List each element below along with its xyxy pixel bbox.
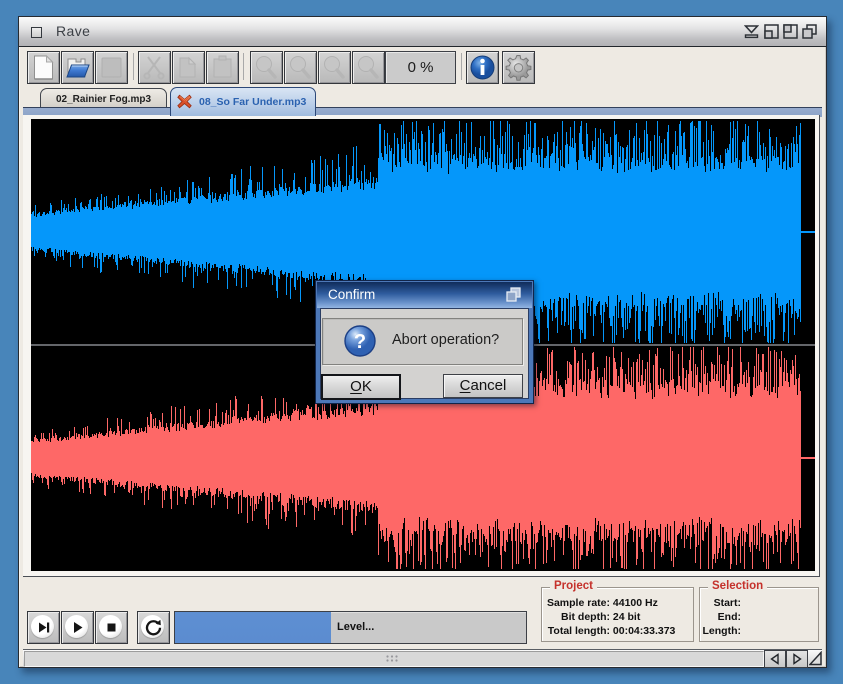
svg-text:?: ? bbox=[354, 331, 366, 353]
